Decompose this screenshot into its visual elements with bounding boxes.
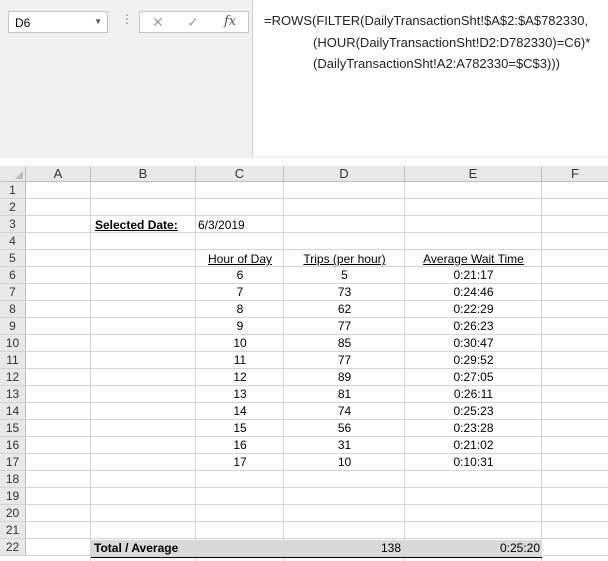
hour-cell[interactable]: 14 [196,403,284,420]
selected-date-label: Selected Date: [95,218,178,232]
row-header-22[interactable]: 22 [0,539,26,556]
row-header-9[interactable]: 9 [0,318,26,335]
row-header-1[interactable]: 1 [0,182,26,199]
formula-buttons: ✕ ✓ fx [139,11,249,33]
select-all-button[interactable] [0,166,26,182]
row-header-21[interactable]: 21 [0,522,26,539]
row-header-7[interactable]: 7 [0,284,26,301]
row-header-2[interactable]: 2 [0,199,26,216]
wait-time-cell[interactable]: 0:24:46 [405,284,542,301]
total-row-border [91,557,542,558]
enter-icon[interactable]: ✓ [187,14,199,31]
row-header-3[interactable]: 3 [0,216,26,233]
trips-cell[interactable]: 73 [284,284,405,301]
formula-input[interactable]: =ROWS(FILTER(DailyTransactionSht!$A$2:$A… [252,0,608,156]
hour-cell[interactable]: 8 [196,301,284,318]
row-header-13[interactable]: 13 [0,386,26,403]
row-header-4[interactable]: 4 [0,233,26,250]
gridline [26,487,608,488]
hour-cell[interactable]: 11 [196,352,284,369]
header-average-wait-time: Average Wait Time [423,252,524,266]
wait-time-cell[interactable]: 0:26:11 [405,386,542,403]
chevron-down-icon[interactable]: ▼ [94,17,102,26]
row-header-18[interactable]: 18 [0,471,26,488]
hour-cell[interactable]: 15 [196,420,284,437]
hour-cell[interactable]: 13 [196,386,284,403]
select-all-icon [15,171,23,179]
hour-cell[interactable]: 10 [196,335,284,352]
trips-cell[interactable]: 62 [284,301,405,318]
row-header-5[interactable]: 5 [0,250,26,267]
trips-cell[interactable]: 77 [284,352,405,369]
formula-line-2: (HOUR(DailyTransactionSht!D2:D782330)=C6… [313,35,591,50]
trips-cell[interactable]: 85 [284,335,405,352]
gridline [26,249,608,250]
row-header-11[interactable]: 11 [0,352,26,369]
selected-date-value[interactable]: 6/3/2019 [198,217,245,234]
cancel-icon[interactable]: ✕ [152,14,164,31]
formula-line-1: =ROWS(FILTER(DailyTransactionSht!$A$2:$A… [264,13,589,28]
wait-time-cell[interactable]: 0:21:17 [405,267,542,284]
column-header-e[interactable]: E [405,166,542,182]
wait-time-cell[interactable]: 0:22:29 [405,301,542,318]
wait-time-cell[interactable]: 0:30:47 [405,335,542,352]
trips-cell[interactable]: 74 [284,403,405,420]
hour-cell[interactable]: 17 [196,454,284,471]
header-hour-of-day: Hour of Day [207,252,273,266]
total-label: Total / Average [94,541,179,555]
row-header-8[interactable]: 8 [0,301,26,318]
hour-cell[interactable]: 16 [196,437,284,454]
trips-cell[interactable]: 81 [284,386,405,403]
wait-time-cell[interactable]: 0:29:52 [405,352,542,369]
wait-time-cell[interactable]: 0:27:05 [405,369,542,386]
trips-cell[interactable]: 77 [284,318,405,335]
row-header-12[interactable]: 12 [0,369,26,386]
trips-cell[interactable]: 31 [284,437,405,454]
formula-line-3: (DailyTransactionSht!A2:A782330=$C$3))) [313,56,561,71]
row-header-16[interactable]: 16 [0,437,26,454]
wait-time-cell[interactable]: 0:23:28 [405,420,542,437]
trips-cell[interactable]: 56 [284,420,405,437]
trips-cell[interactable]: 5 [284,267,405,284]
column-header-d[interactable]: D [284,166,405,182]
insert-function-icon[interactable]: fx [224,14,236,29]
gridline [26,538,608,539]
column-header-c[interactable]: C [196,166,284,182]
formula-bar-area: D6 ▼ ⋮ ✕ ✓ fx =ROWS(FILTER(DailyTransact… [0,0,608,158]
trips-cell[interactable]: 10 [284,454,405,471]
column-header-a[interactable]: A [26,166,91,182]
name-box[interactable]: D6 ▼ [8,11,108,33]
row-header-17[interactable]: 17 [0,454,26,471]
hour-cell[interactable]: 7 [196,284,284,301]
trips-cell[interactable]: 89 [284,369,405,386]
row-header-14[interactable]: 14 [0,403,26,420]
total-trips[interactable]: 138 [284,540,401,557]
header-trips-per-hour: Trips (per hour) [303,252,386,266]
column-header-f[interactable]: F [542,166,608,182]
gridline [26,521,608,522]
column-header-b[interactable]: B [91,166,196,182]
row-header-19[interactable]: 19 [0,488,26,505]
gridline [26,198,608,199]
total-average-wait[interactable]: 0:25:20 [405,540,540,557]
wait-time-cell[interactable]: 0:21:02 [405,437,542,454]
gridline [26,215,608,216]
row-header-6[interactable]: 6 [0,267,26,284]
row-header-15[interactable]: 15 [0,420,26,437]
wait-time-cell[interactable]: 0:25:23 [405,403,542,420]
row-header-20[interactable]: 20 [0,505,26,522]
hour-cell[interactable]: 12 [196,369,284,386]
hour-cell[interactable]: 9 [196,318,284,335]
row-header-10[interactable]: 10 [0,335,26,352]
wait-time-cell[interactable]: 0:26:23 [405,318,542,335]
gridline [26,504,608,505]
more-options-icon[interactable]: ⋮ [121,12,133,26]
hour-cell[interactable]: 6 [196,267,284,284]
wait-time-cell[interactable]: 0:10:31 [405,454,542,471]
name-box-value: D6 [15,16,31,30]
worksheet-grid[interactable]: A B C D E F 1 2 3 4 5 6 7 8 9 10 11 12 13 14 15 16 17 18 1… [0,166,608,561]
